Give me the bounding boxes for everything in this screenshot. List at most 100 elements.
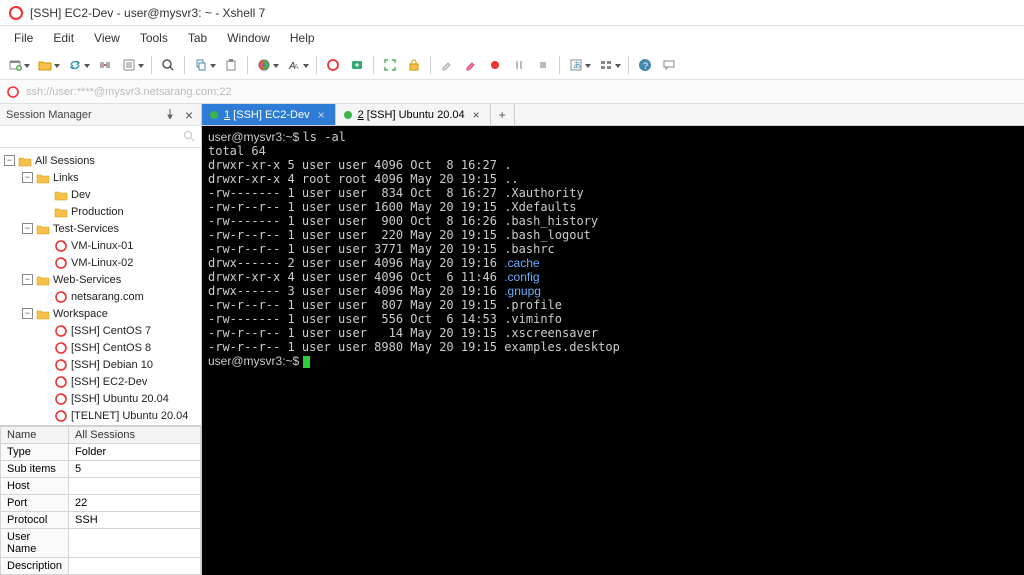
tree-node[interactable]: [TELNET] Ubuntu 20.04 <box>2 407 199 424</box>
menu-edit[interactable]: Edit <box>43 28 84 48</box>
tree-node[interactable]: −All Sessions <box>2 152 199 169</box>
prop-key: Port <box>1 495 69 512</box>
address-bar[interactable]: ssh://user:****@mysvr3.netsarang.com:22 <box>0 80 1024 104</box>
tree-label: [SSH] Debian 10 <box>71 359 153 371</box>
record-button[interactable] <box>484 54 506 76</box>
session-icon <box>54 375 68 389</box>
color-scheme-button[interactable] <box>253 54 275 76</box>
properties-button[interactable] <box>118 54 140 76</box>
lock-button[interactable] <box>403 54 425 76</box>
tree-label: netsarang.com <box>71 291 144 303</box>
pause-button[interactable] <box>508 54 530 76</box>
tree-node[interactable]: VM-Linux-02 <box>2 254 199 271</box>
menu-tab[interactable]: Tab <box>178 28 217 48</box>
help-button[interactable]: ? <box>634 54 656 76</box>
tree-label: [SSH] CentOS 7 <box>71 325 151 337</box>
svg-text:A: A <box>294 64 299 71</box>
prop-row: ProtocolSSH <box>1 512 201 529</box>
tree-toggle[interactable]: − <box>22 172 33 183</box>
prop-row: User Name <box>1 529 201 558</box>
menu-help[interactable]: Help <box>280 28 325 48</box>
prop-key: Host <box>1 478 69 495</box>
tab-strip: 1 [SSH] EC2-Dev×2 [SSH] Ubuntu 20.04× + <box>202 104 1024 126</box>
menu-tools[interactable]: Tools <box>130 28 178 48</box>
main-toolbar: AA あ ? <box>0 50 1024 80</box>
layout-button[interactable] <box>595 54 617 76</box>
font-button[interactable]: AA <box>283 54 305 76</box>
session-icon <box>54 358 68 372</box>
tree-node[interactable]: VM-Linux-01 <box>2 237 199 254</box>
tree-toggle[interactable]: − <box>22 308 33 319</box>
properties-table: NameAll SessionsTypeFolderSub items5Host… <box>0 426 201 575</box>
menu-file[interactable]: File <box>4 28 43 48</box>
tree-node[interactable]: [SSH] CentOS 8 <box>2 339 199 356</box>
xshell-button[interactable] <box>322 54 344 76</box>
menu-view[interactable]: View <box>84 28 130 48</box>
prop-value: 22 <box>69 495 201 512</box>
copy-button[interactable] <box>190 54 212 76</box>
tree-node[interactable]: −Workspace <box>2 305 199 322</box>
prop-key: Type <box>1 444 69 461</box>
tab-close-button[interactable]: × <box>471 108 482 122</box>
highlight-off-button[interactable] <box>436 54 458 76</box>
prop-key: Protocol <box>1 512 69 529</box>
prop-value: Folder <box>69 444 201 461</box>
fullscreen-button[interactable] <box>379 54 401 76</box>
folder-icon <box>36 307 50 321</box>
tree-node[interactable]: Production <box>2 203 199 220</box>
prop-col-name: Name <box>1 427 69 444</box>
session-manager-panel: Session Manager × −All Sessions−LinksDev… <box>0 104 202 575</box>
feedback-button[interactable] <box>658 54 680 76</box>
menu-window[interactable]: Window <box>217 28 280 48</box>
tree-toggle[interactable]: − <box>4 155 15 166</box>
tree-node[interactable]: [SSH] CentOS 7 <box>2 322 199 339</box>
new-tab-button[interactable]: + <box>491 104 515 125</box>
toolbar-separator <box>184 56 185 74</box>
session-manager-header: Session Manager × <box>0 104 201 126</box>
search-icon <box>183 130 197 144</box>
terminal[interactable]: user@mysvr3:~$ ls -al total 64 drwxr-xr-… <box>202 126 1024 575</box>
find-button[interactable] <box>157 54 179 76</box>
session-search[interactable] <box>0 126 201 148</box>
session-icon <box>54 324 68 338</box>
close-panel-button[interactable]: × <box>183 107 195 123</box>
xftp-button[interactable] <box>346 54 368 76</box>
encoding-button[interactable]: あ <box>565 54 587 76</box>
pin-icon[interactable] <box>165 109 177 121</box>
tree-node[interactable]: netsarang.com <box>2 288 199 305</box>
session-tab[interactable]: 1 [SSH] EC2-Dev × <box>202 104 336 125</box>
session-tree[interactable]: −All Sessions−LinksDevProduction−Test-Se… <box>0 148 201 425</box>
prop-value: 5 <box>69 461 201 478</box>
disconnect-button[interactable] <box>94 54 116 76</box>
session-tab[interactable]: 2 [SSH] Ubuntu 20.04× <box>336 104 491 125</box>
address-text: ssh://user:****@mysvr3.netsarang.com:22 <box>26 86 232 98</box>
tree-label: VM-Linux-01 <box>71 240 133 252</box>
tree-node[interactable]: Dev <box>2 186 199 203</box>
tree-toggle[interactable]: − <box>22 274 33 285</box>
tree-node[interactable]: −Test-Services <box>2 220 199 237</box>
tree-node[interactable]: [SSH] Debian 10 <box>2 356 199 373</box>
tab-label: 1 [SSH] EC2-Dev <box>224 109 310 121</box>
open-session-button[interactable] <box>34 54 56 76</box>
tree-toggle[interactable]: − <box>22 223 33 234</box>
folder-icon <box>18 154 32 168</box>
toolbar-separator <box>247 56 248 74</box>
highlight-on-button[interactable] <box>460 54 482 76</box>
tree-label: [SSH] Ubuntu 20.04 <box>71 393 169 405</box>
reconnect-button[interactable] <box>64 54 86 76</box>
prop-value <box>69 478 201 495</box>
toolbar-separator <box>430 56 431 74</box>
tree-label: Links <box>53 172 79 184</box>
stop-button[interactable] <box>532 54 554 76</box>
folder-icon <box>36 222 50 236</box>
tab-close-button[interactable]: × <box>316 108 327 122</box>
prop-row: Port22 <box>1 495 201 512</box>
tree-node[interactable]: −Web-Services <box>2 271 199 288</box>
tree-node[interactable]: [SSH] Ubuntu 20.04 <box>2 390 199 407</box>
paste-button[interactable] <box>220 54 242 76</box>
prop-value: SSH <box>69 512 201 529</box>
tree-node[interactable]: [SSH] EC2-Dev <box>2 373 199 390</box>
session-search-input[interactable] <box>4 131 183 143</box>
tree-node[interactable]: − Links <box>2 169 199 186</box>
new-session-button[interactable] <box>4 54 26 76</box>
